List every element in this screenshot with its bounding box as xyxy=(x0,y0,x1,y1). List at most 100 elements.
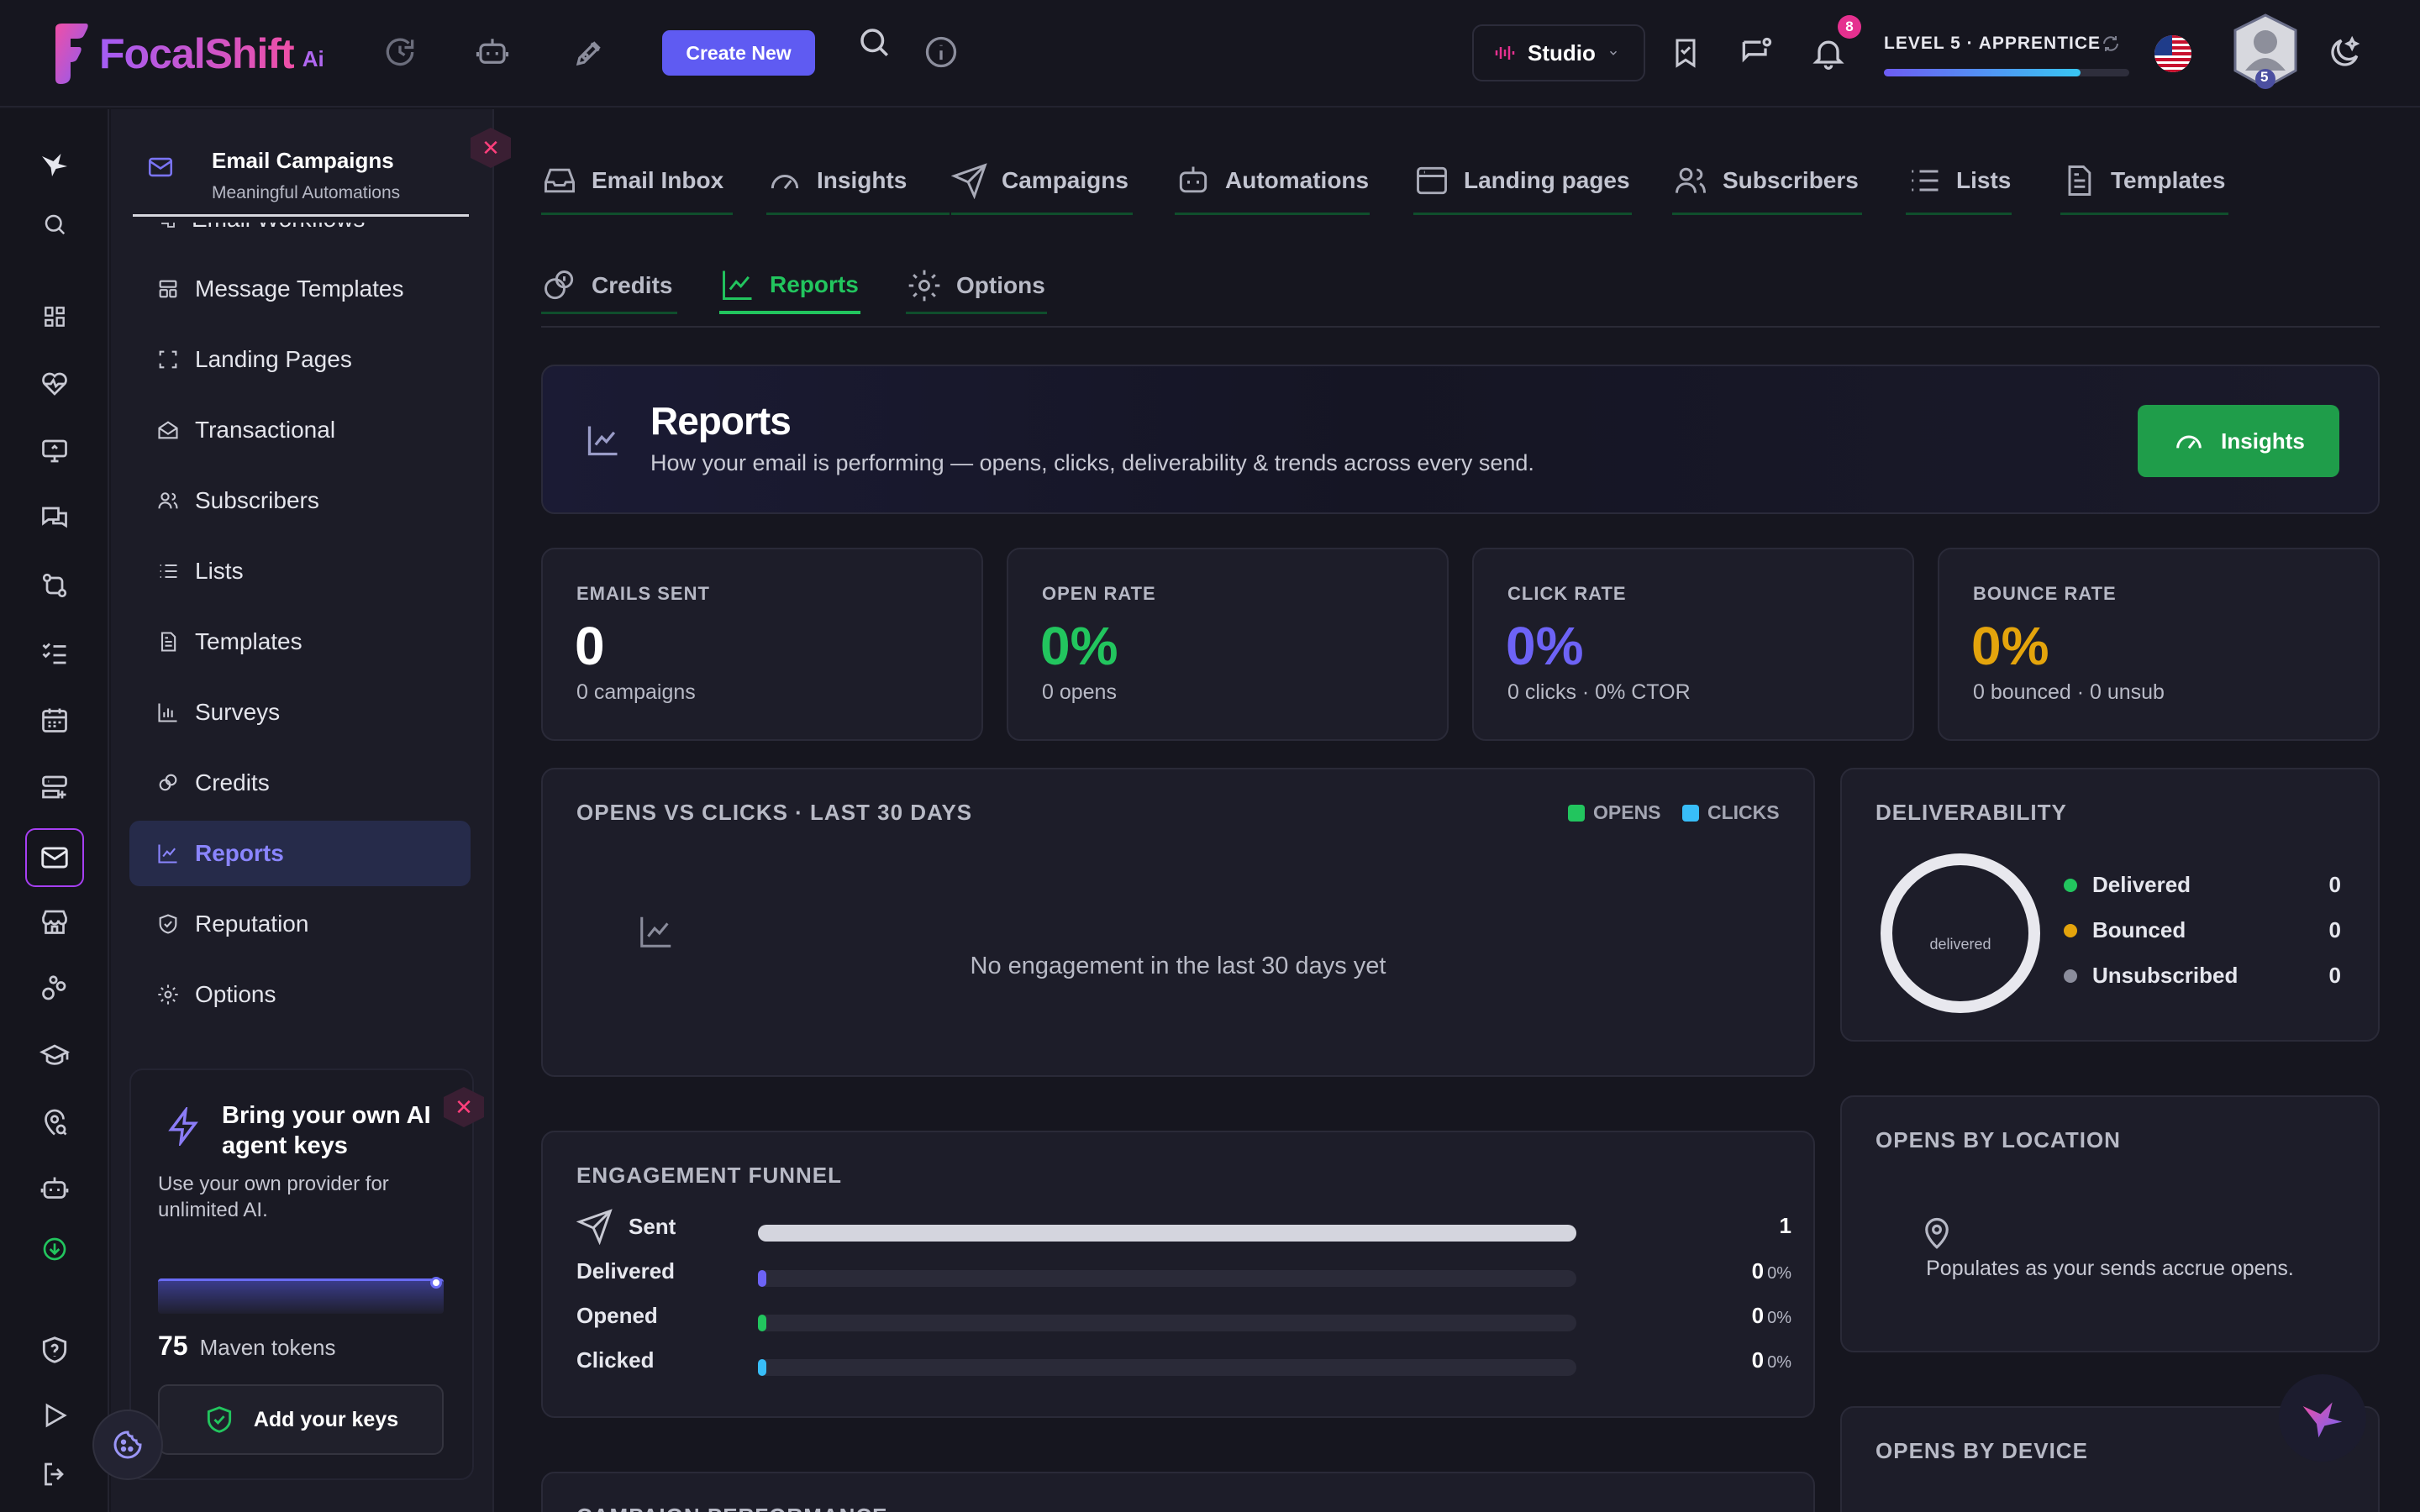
tab-landing-pages[interactable]: Landing pages xyxy=(1413,148,1632,215)
cookie-settings-icon[interactable] xyxy=(92,1410,163,1480)
studio-selector[interactable]: Studio xyxy=(1472,24,1645,81)
hummingbird-icon[interactable] xyxy=(30,139,79,188)
frame-icon xyxy=(159,350,177,369)
tab-lists[interactable]: Lists xyxy=(1906,148,2012,215)
sparkline-point xyxy=(430,1277,442,1289)
sidebar-item-reports[interactable]: Reports xyxy=(129,821,471,886)
funnel-track xyxy=(758,1359,1576,1376)
location-search-icon[interactable] xyxy=(30,1099,79,1147)
empty-state-message: No engagement in the last 30 days yet xyxy=(970,953,1386,979)
shield-check-icon xyxy=(159,914,177,934)
sidebar-item-transactional[interactable]: Transactional xyxy=(129,397,471,463)
tab-email-inbox[interactable]: Email Inbox xyxy=(541,148,733,215)
funnel-label-text: Sent xyxy=(629,1213,676,1239)
theme-toggle-icon[interactable] xyxy=(2323,31,2366,75)
stat-card-bounce-rate: BOUNCE RATE 0% 0 bounced · 0 unsub xyxy=(1938,548,2380,741)
funnel-count: 0 xyxy=(1751,1303,1765,1328)
grid-icon[interactable] xyxy=(30,292,79,341)
play-icon[interactable] xyxy=(30,1391,79,1440)
sidebar-item-templates[interactable]: Templates xyxy=(129,609,471,675)
server-icon[interactable] xyxy=(30,763,79,811)
download-circle-icon[interactable] xyxy=(30,1225,79,1273)
monitor-icon[interactable] xyxy=(30,427,79,475)
gauge-icon xyxy=(2176,435,2202,449)
tab-insights[interactable]: Insights xyxy=(766,148,950,215)
insights-button[interactable]: Insights xyxy=(2138,405,2339,477)
git-compare-icon[interactable] xyxy=(30,561,79,610)
robot-icon[interactable] xyxy=(30,1164,79,1213)
sidebar-item-surveys[interactable]: Surveys xyxy=(129,680,471,745)
opens-vs-clicks-card: OPENS VS CLICKS · LAST 30 DAYS OPENS CLI… xyxy=(541,768,1815,1077)
subtab-credits[interactable]: Credits xyxy=(541,259,677,314)
funnel-label-text: Clicked xyxy=(576,1347,655,1373)
stat-subtext: 0 campaigns xyxy=(576,680,696,704)
bookmark-icon[interactable] xyxy=(1664,31,1707,75)
subtab-options[interactable]: Options xyxy=(906,259,1047,314)
sidebar-item-landing-pages[interactable]: Landing Pages xyxy=(129,327,471,392)
location-empty-message: Populates as your sends accrue opens. xyxy=(1926,1257,2294,1280)
info-icon[interactable] xyxy=(919,30,963,74)
chat-icon[interactable] xyxy=(30,494,79,543)
inbox-icon xyxy=(544,168,575,192)
send-icon xyxy=(576,1209,613,1245)
us-flag-icon[interactable] xyxy=(2151,32,2195,76)
sidebar-item-label: Reports xyxy=(195,840,284,866)
sidebar-item-email-workflows[interactable]: Email Workflows xyxy=(156,223,459,243)
coins-icon xyxy=(544,270,574,299)
envelope-open-icon xyxy=(158,421,178,439)
sidebar-item-label: Options xyxy=(195,981,276,1007)
logout-icon[interactable] xyxy=(30,1450,79,1499)
deliverability-label: Delivered xyxy=(2092,872,2191,897)
token-sparkline xyxy=(158,1278,444,1314)
help-shield-icon[interactable] xyxy=(30,1326,79,1374)
nodes-icon[interactable] xyxy=(30,964,79,1013)
bell-icon[interactable] xyxy=(1807,31,1850,75)
calendar-icon[interactable] xyxy=(30,696,79,744)
stat-card-emails-sent: EMAILS SENT 0 0 campaigns xyxy=(541,548,983,741)
deliverability-title: DELIVERABILITY xyxy=(1876,800,2067,825)
chat-icon[interactable] xyxy=(1734,31,1778,75)
graduation-cap-icon[interactable] xyxy=(30,1032,79,1080)
pen-tool-icon[interactable] xyxy=(568,30,612,74)
subtab-reports[interactable]: Reports xyxy=(719,259,860,314)
deliverability-label: Bounced xyxy=(2092,917,2186,942)
funnel-count: 1 xyxy=(1779,1213,1791,1238)
notification-badge: 8 xyxy=(1838,15,1861,39)
sidebar-item-label: Transactional xyxy=(195,417,336,443)
send-icon xyxy=(951,162,987,199)
close-sidebar-icon[interactable]: ✕ xyxy=(471,128,511,168)
search-icon[interactable] xyxy=(30,200,79,249)
tab-campaigns[interactable]: Campaigns xyxy=(951,148,1133,215)
funnel-title: ENGAGEMENT FUNNEL xyxy=(576,1163,842,1188)
deliverability-row-unsubscribed: Unsubscribed 0 xyxy=(2064,963,2341,989)
funnel-row-opened: Opened 0 0% xyxy=(576,1303,1791,1336)
sidebar-item-subscribers[interactable]: Subscribers xyxy=(129,468,471,533)
store-icon[interactable] xyxy=(30,897,79,946)
tab-subscribers[interactable]: Subscribers xyxy=(1672,148,1862,215)
refresh-icon[interactable] xyxy=(2101,34,2121,54)
deliverability-value: 0 xyxy=(2328,917,2341,942)
brand-logo[interactable]: FocalShift Ai xyxy=(47,20,324,87)
tab-automations[interactable]: Automations xyxy=(1175,148,1370,215)
sidebar-item-lists[interactable]: Lists xyxy=(129,538,471,604)
email-campaigns-icon[interactable] xyxy=(25,828,84,887)
sidebar-item-reputation[interactable]: Reputation xyxy=(129,891,471,957)
sidebar-item-credits[interactable]: Credits xyxy=(129,750,471,816)
create-new-button[interactable]: Create New xyxy=(662,30,815,76)
history-icon[interactable] xyxy=(378,30,422,74)
checklist-icon[interactable] xyxy=(30,628,79,677)
avatar[interactable]: 5 xyxy=(2230,12,2301,92)
funnel-track xyxy=(758,1225,1576,1242)
heart-pulse-icon[interactable] xyxy=(30,360,79,408)
sidebar-item-options[interactable]: Options xyxy=(129,962,471,1027)
tab-label: Subscribers xyxy=(1723,166,1859,193)
search-icon[interactable] xyxy=(852,20,896,64)
add-keys-button[interactable]: Add your keys xyxy=(158,1384,444,1455)
tab-templates[interactable]: Templates xyxy=(2060,148,2228,215)
sidebar-item-message-templates[interactable]: Message Templates xyxy=(129,256,471,322)
bot-icon[interactable] xyxy=(471,30,514,74)
assistant-mascot-icon[interactable] xyxy=(2279,1374,2366,1462)
stat-value: 0% xyxy=(1971,616,2049,676)
token-label: Maven tokens xyxy=(199,1335,336,1360)
device-title: OPENS BY DEVICE xyxy=(1876,1438,2088,1463)
